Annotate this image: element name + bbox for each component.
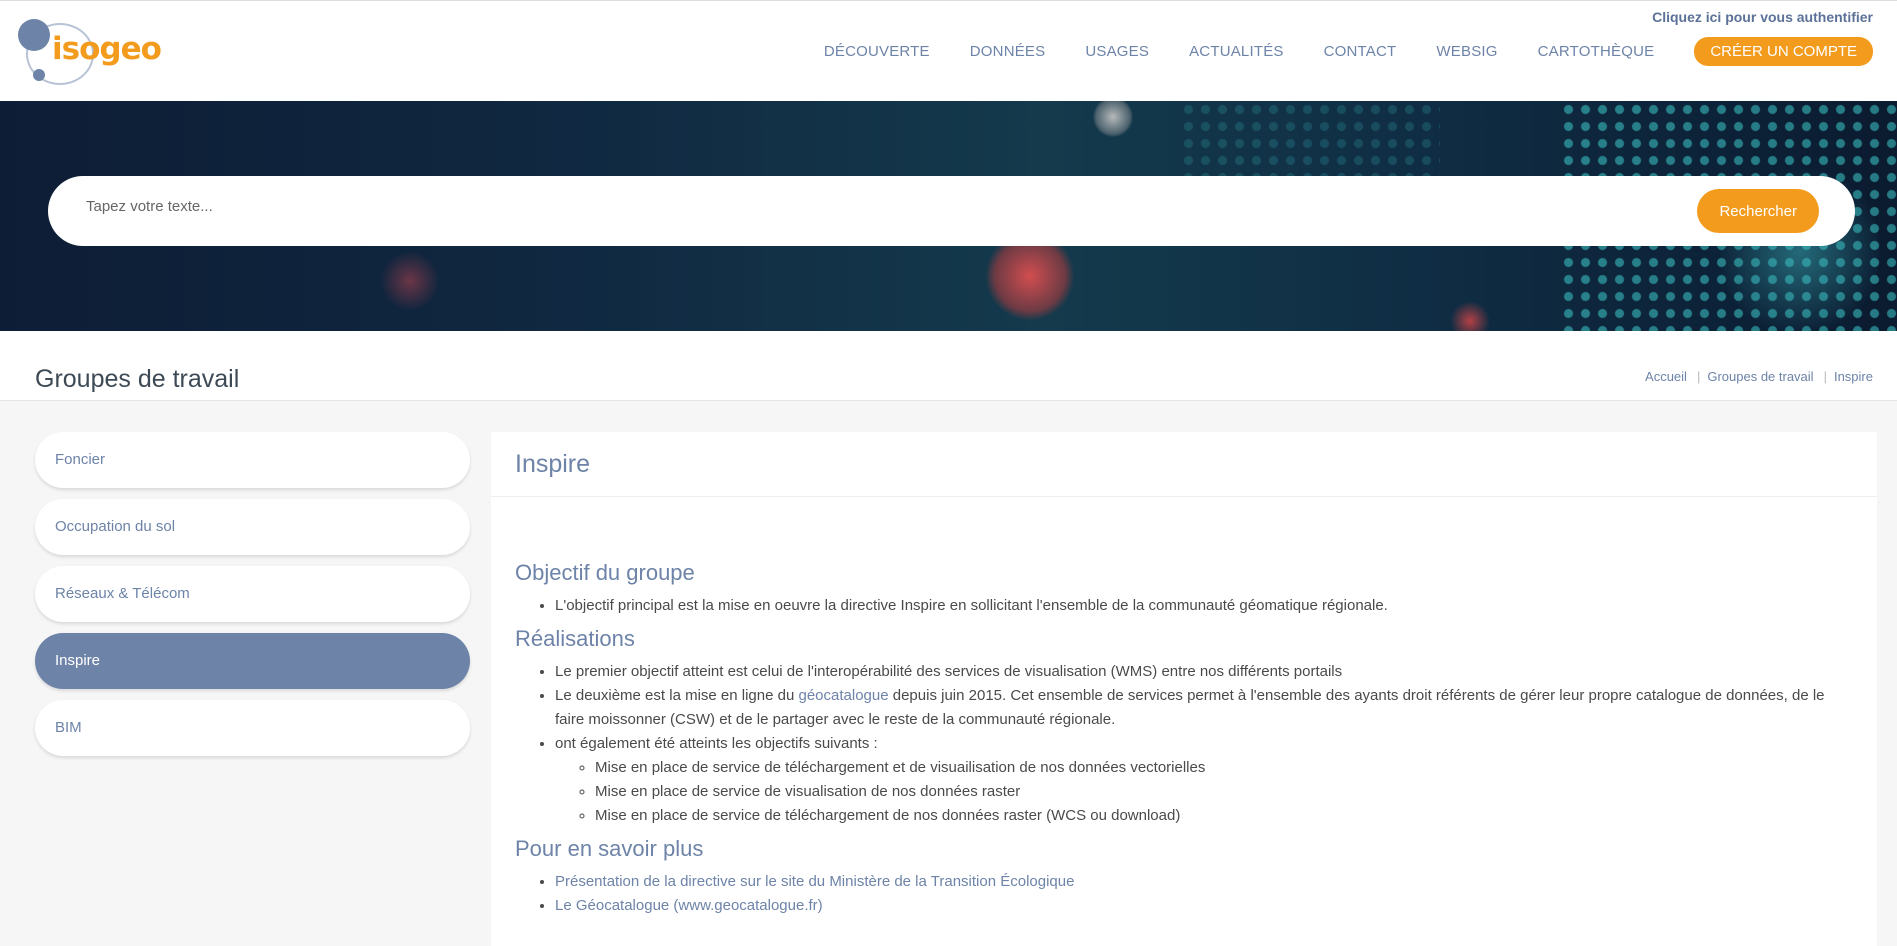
- breadcrumb-separator: |: [1823, 369, 1827, 384]
- geocatalogue-site-link[interactable]: Le Géocatalogue (www.geocatalogue.fr): [555, 897, 823, 914]
- nav-websig[interactable]: WEBSIG: [1436, 43, 1497, 60]
- nav-usages[interactable]: USAGES: [1085, 43, 1149, 60]
- hero-glow-red-left: [380, 251, 440, 311]
- content-body: Objectif du groupe L'objectif principal …: [515, 560, 1855, 926]
- heading-realisations: Réalisations: [515, 626, 635, 651]
- breadcrumb-accueil[interactable]: Accueil: [1645, 369, 1687, 384]
- search-bar: Rechercher: [48, 176, 1855, 246]
- sub-list-item: Mise en place de service de téléchargeme…: [595, 804, 1855, 828]
- list-item: Le deuxième est la mise en ligne du géoc…: [555, 684, 1855, 732]
- breadcrumb-current: Inspire: [1833, 369, 1873, 384]
- heading-objectif: Objectif du groupe: [515, 560, 695, 585]
- list-item: Présentation de la directive sur le site…: [555, 870, 1855, 894]
- nav-actualites[interactable]: ACTUALITÉS: [1189, 43, 1284, 60]
- sub-list: Mise en place de service de téléchargeme…: [555, 756, 1855, 828]
- page-title: Groupes de travail: [35, 365, 240, 393]
- heading-savoir-plus: Pour en savoir plus: [515, 836, 704, 861]
- logo-dot-large: [18, 19, 50, 51]
- group-sidebar: Foncier Occupation du sol Réseaux & Télé…: [35, 432, 470, 767]
- nav-decouverte[interactable]: DÉCOUVERTE: [824, 43, 930, 60]
- sidebar-item-inspire[interactable]: Inspire: [35, 633, 470, 689]
- list-item-text: ont également été atteints les objectifs…: [555, 735, 878, 752]
- list-item: ont également été atteints les objectifs…: [555, 732, 1855, 828]
- main-nav: DÉCOUVERTE DONNÉES USAGES ACTUALITÉS CON…: [784, 37, 1873, 66]
- logo-text: isogeo: [52, 31, 162, 67]
- hero-glow-red-small: [1450, 301, 1490, 331]
- objectif-list: L'objectif principal est la mise en oeuv…: [515, 594, 1855, 618]
- create-account-button[interactable]: CRÉER UN COMPTE: [1694, 37, 1873, 66]
- site-header: isogeo Cliquez ici pour vous authentifie…: [0, 0, 1897, 101]
- isogeo-logo[interactable]: isogeo: [18, 19, 162, 85]
- content-divider: [491, 496, 1877, 497]
- list-item-text: Le deuxième est la mise en ligne du: [555, 687, 799, 704]
- breadcrumb-groupes[interactable]: Groupes de travail: [1707, 369, 1813, 384]
- sidebar-item-foncier[interactable]: Foncier: [35, 432, 470, 488]
- nav-cartotheque[interactable]: CARTOTHÈQUE: [1538, 43, 1655, 60]
- savoir-plus-list: Présentation de la directive sur le site…: [515, 870, 1855, 918]
- breadcrumb-separator: |: [1696, 369, 1701, 384]
- logo-dot-small: [33, 69, 45, 81]
- sub-list-item: Mise en place de service de visualisatio…: [595, 780, 1855, 804]
- sidebar-item-occupation-du-sol[interactable]: Occupation du sol: [35, 499, 470, 555]
- directive-link[interactable]: Présentation de la directive sur le site…: [555, 873, 1074, 890]
- list-item: L'objectif principal est la mise en oeuv…: [555, 594, 1855, 618]
- hero-glow-grey: [1093, 101, 1133, 137]
- sub-list-item: Mise en place de service de téléchargeme…: [595, 756, 1855, 780]
- nav-donnees[interactable]: DONNÉES: [970, 43, 1046, 60]
- login-link[interactable]: Cliquez ici pour vous authentifier: [1652, 9, 1873, 25]
- list-item: Le Géocatalogue (www.geocatalogue.fr): [555, 894, 1855, 918]
- hero-banner: Rechercher: [0, 101, 1897, 331]
- nav-contact[interactable]: CONTACT: [1324, 43, 1397, 60]
- search-button[interactable]: Rechercher: [1697, 189, 1819, 233]
- content-title: Inspire: [515, 450, 591, 478]
- search-input[interactable]: [86, 198, 1686, 215]
- page-titlebar: Groupes de travail Accueil | Groupes de …: [0, 331, 1897, 401]
- list-item: Le premier objectif atteint est celui de…: [555, 660, 1855, 684]
- content-panel: Inspire Objectif du groupe L'objectif pr…: [491, 432, 1877, 946]
- realisations-list: Le premier objectif atteint est celui de…: [515, 660, 1855, 828]
- sidebar-item-bim[interactable]: BIM: [35, 700, 470, 756]
- geocatalogue-link[interactable]: géocatalogue: [798, 687, 888, 704]
- breadcrumb: Accueil | Groupes de travail | Inspire: [1645, 369, 1873, 384]
- sidebar-item-reseaux-telecom[interactable]: Réseaux & Télécom: [35, 566, 470, 622]
